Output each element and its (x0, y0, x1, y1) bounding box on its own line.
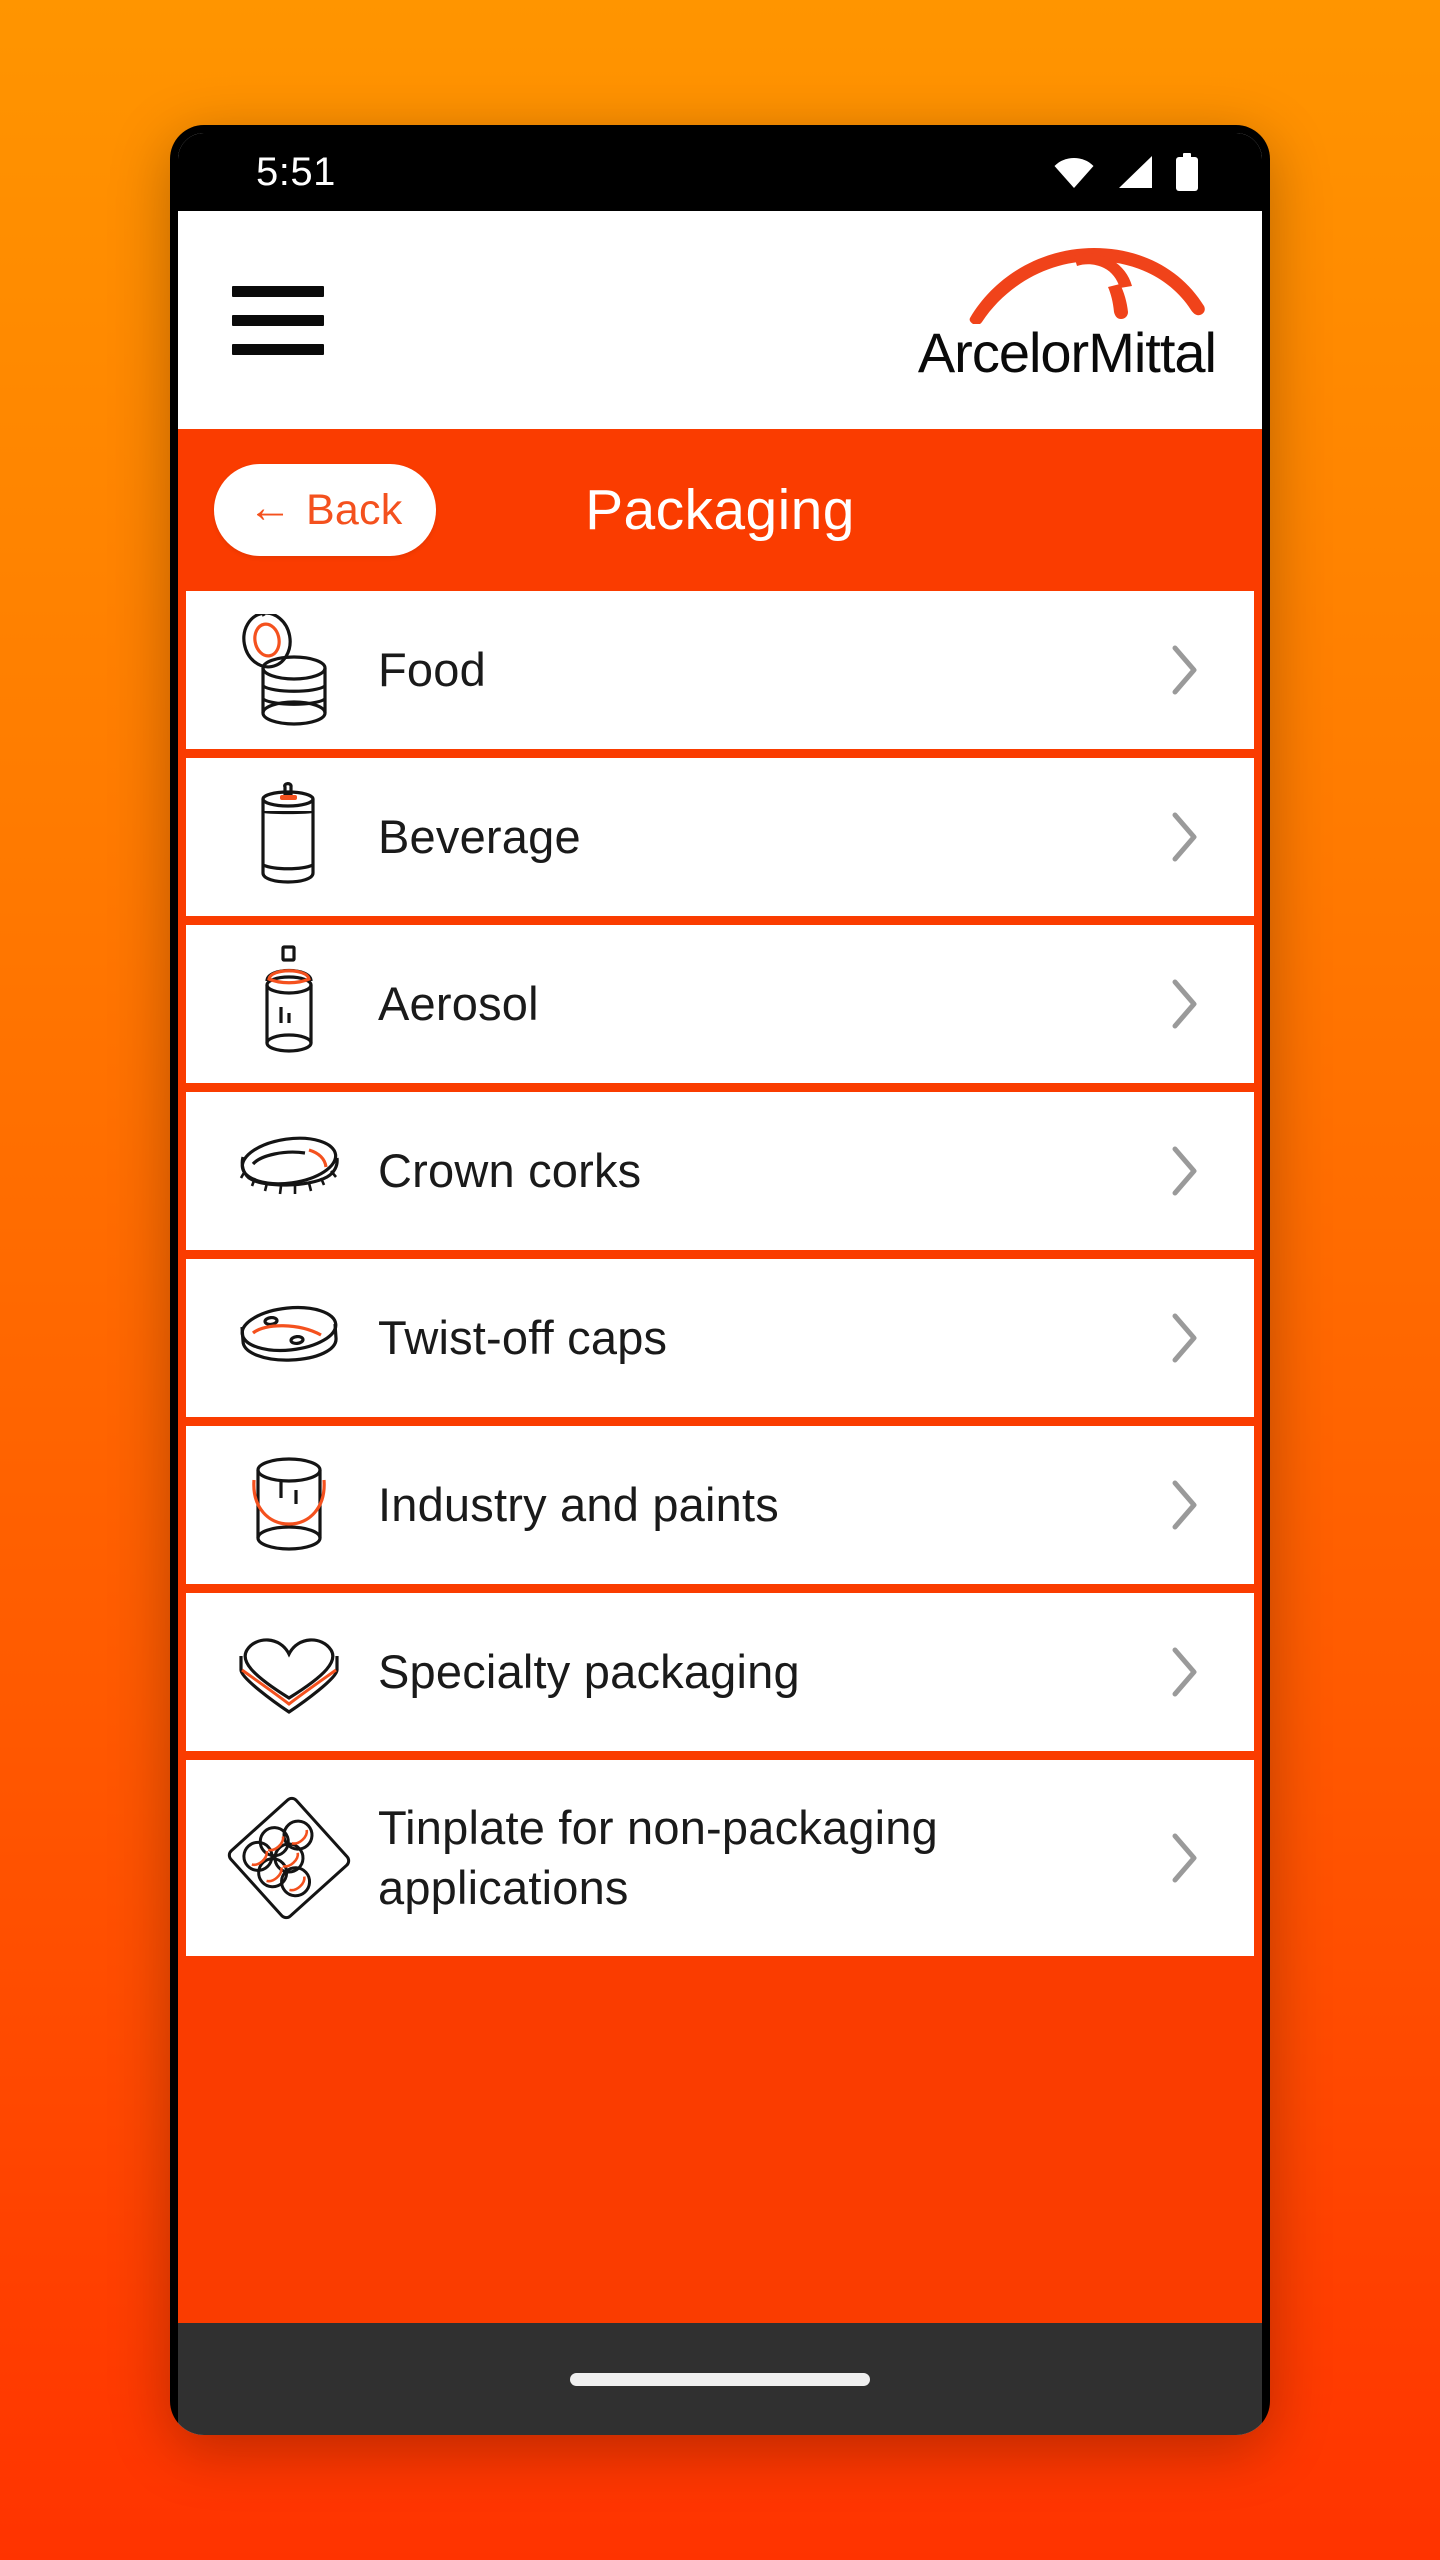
wifi-icon (1054, 158, 1094, 188)
tinplate-tray-icon (220, 1792, 358, 1924)
arcelormittal-logo-text: ArcelorMittal (917, 320, 1217, 384)
hamburger-bar (232, 285, 324, 297)
chevron-right-icon (1162, 1144, 1208, 1198)
list-item-beverage[interactable]: Beverage (186, 758, 1254, 916)
list-item-label: Industry and paints (378, 1477, 779, 1531)
back-button-label: Back (306, 485, 403, 534)
list-item-label: Specialty packaging (378, 1644, 800, 1698)
phone-frame: 5:51 ArcelorMittal ← Back Packaging Food… (170, 125, 1270, 2435)
twist-off-cap-icon (220, 1303, 358, 1373)
list-item-aerosol[interactable]: Aerosol (186, 925, 1254, 1083)
crown-cork-icon (220, 1131, 358, 1211)
status-bar: 5:51 (178, 133, 1262, 211)
status-bar-icons (1052, 153, 1200, 191)
home-indicator[interactable] (570, 2372, 870, 2386)
list-item-label: Beverage (378, 809, 581, 863)
list-item-food[interactable]: Food (186, 591, 1254, 749)
status-bar-time: 5:51 (256, 149, 336, 194)
app-bar: ArcelorMittal (178, 211, 1262, 429)
list-item-label: Tinplate for non-packaging applications (378, 1800, 938, 1914)
back-arrow-icon: ← (248, 483, 292, 532)
list-item-label: Food (378, 642, 486, 696)
arcelormittal-logo[interactable]: ArcelorMittal (917, 244, 1217, 397)
beverage-can-icon (220, 781, 358, 893)
hamburger-menu-icon[interactable] (232, 285, 324, 355)
list-item-label: Crown corks (378, 1143, 642, 1197)
chevron-right-icon (1162, 1478, 1208, 1532)
chevron-right-icon (1162, 1311, 1208, 1365)
list-item-tinplate-non-packaging[interactable]: Tinplate for non-packaging applications (186, 1760, 1254, 1956)
list-item-industry-and-paints[interactable]: Industry and paints (186, 1426, 1254, 1584)
heart-tin-icon (220, 1630, 358, 1714)
arcelormittal-swoosh-icon (969, 247, 1205, 324)
aerosol-can-icon (220, 945, 358, 1063)
battery-icon (1176, 153, 1198, 191)
list-item-specialty-packaging[interactable]: Specialty packaging (186, 1593, 1254, 1751)
cellular-signal-icon (1119, 156, 1152, 188)
back-button[interactable]: ← Back (214, 464, 437, 556)
chevron-right-icon (1162, 1831, 1208, 1885)
list-item-label: Twist-off caps (378, 1310, 668, 1364)
list-item-crown-corks[interactable]: Crown corks (186, 1092, 1254, 1250)
chevron-right-icon (1162, 977, 1208, 1031)
page-header: ← Back Packaging (178, 429, 1262, 591)
hamburger-bar (232, 314, 324, 326)
hamburger-bar (232, 343, 324, 355)
chevron-right-icon (1162, 1645, 1208, 1699)
system-navigation-bar (178, 2323, 1262, 2435)
food-can-icon (220, 614, 358, 726)
list-item-label: Aerosol (378, 976, 539, 1030)
phone-screen: 5:51 ArcelorMittal ← Back Packaging Food… (178, 133, 1262, 2435)
category-list: Food Beverage Aerosol Crown corks Twist-… (178, 591, 1262, 2323)
list-item-twist-off-caps[interactable]: Twist-off caps (186, 1259, 1254, 1417)
chevron-right-icon (1162, 810, 1208, 864)
paint-bucket-icon (220, 1452, 358, 1558)
chevron-right-icon (1162, 643, 1208, 697)
